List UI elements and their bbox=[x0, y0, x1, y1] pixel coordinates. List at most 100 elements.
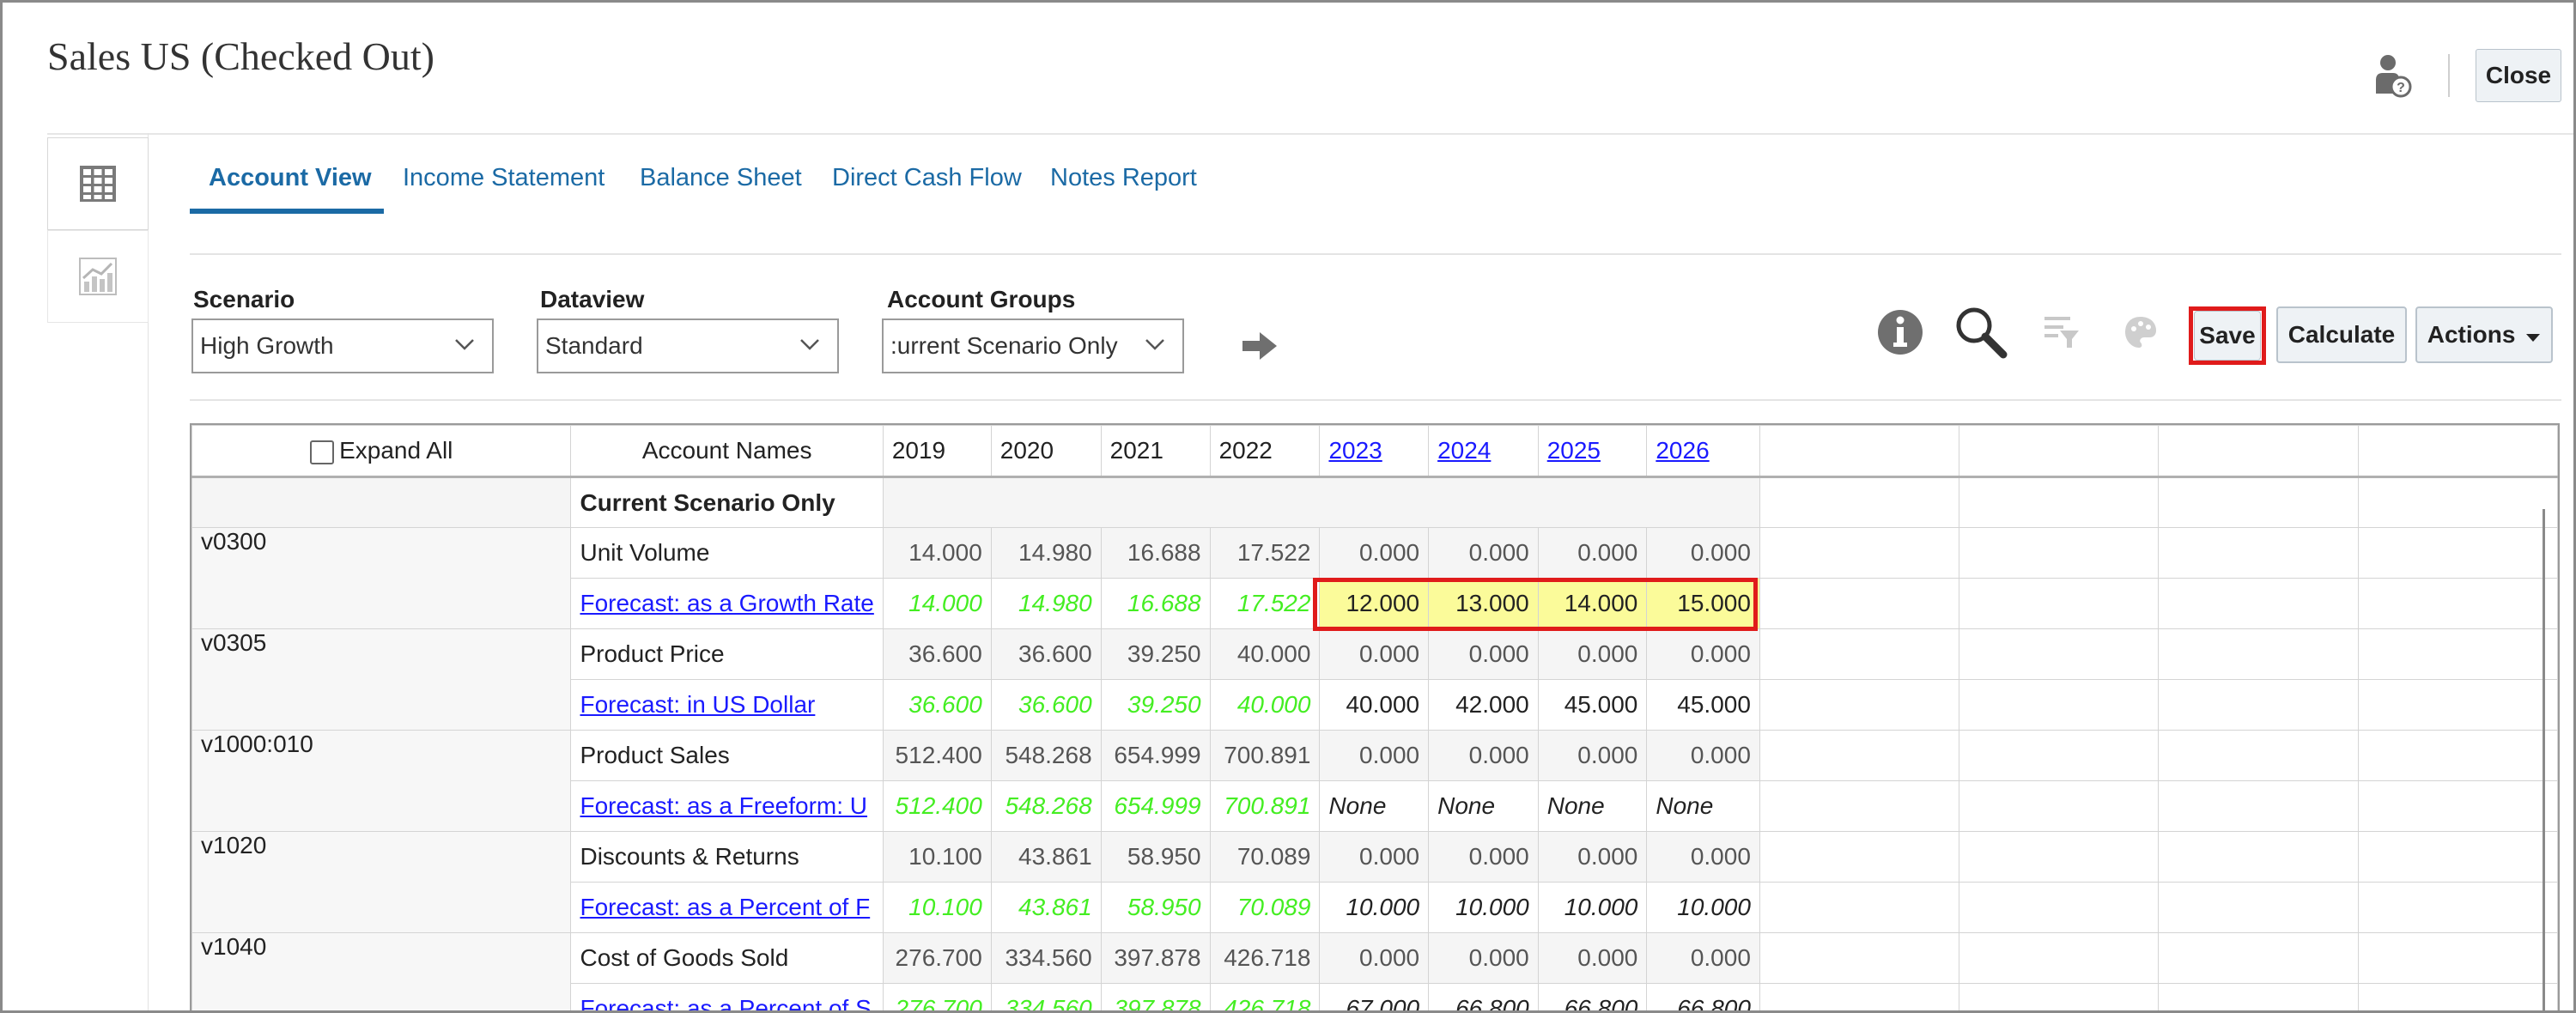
tab-income-statement[interactable]: Income Statement bbox=[403, 159, 605, 217]
value-cell: 16.688 bbox=[1100, 527, 1211, 579]
user-help-icon[interactable]: ? bbox=[2374, 54, 2412, 99]
grid-view-button[interactable] bbox=[47, 137, 149, 230]
year-link[interactable]: 2024 bbox=[1437, 437, 1491, 464]
empty-cell bbox=[2158, 679, 2359, 731]
filter-icon[interactable] bbox=[2034, 305, 2089, 360]
group-code-cell bbox=[191, 476, 572, 528]
input-cell[interactable]: 66.800 bbox=[1428, 983, 1539, 1010]
year-header: 2022 bbox=[1209, 425, 1321, 478]
empty-cell bbox=[2158, 882, 2359, 933]
input-cell[interactable]: 10.000 bbox=[1537, 882, 1648, 933]
tab-balance-sheet[interactable]: Balance Sheet bbox=[640, 159, 802, 217]
palette-icon[interactable] bbox=[2113, 305, 2168, 360]
input-cell[interactable]: None bbox=[1319, 780, 1430, 832]
value-cell: 334.560 bbox=[990, 932, 1102, 984]
account-name: Cost of Goods Sold bbox=[570, 932, 884, 984]
empty-cell bbox=[2357, 527, 2558, 579]
account-code: v0305 bbox=[191, 628, 572, 731]
year-link[interactable]: 2023 bbox=[1328, 437, 1382, 464]
search-icon[interactable] bbox=[1953, 305, 2008, 360]
save-button[interactable]: Save bbox=[2194, 311, 2261, 361]
expand-all-checkbox[interactable] bbox=[310, 440, 335, 464]
input-cell[interactable]: None bbox=[1646, 780, 1760, 832]
value-cell: 0.000 bbox=[1428, 831, 1539, 883]
input-cell[interactable]: 45.000 bbox=[1646, 679, 1760, 731]
input-cell[interactable]: 45.000 bbox=[1537, 679, 1648, 731]
input-cell[interactable]: 15.000 bbox=[1646, 578, 1760, 629]
go-arrow-icon[interactable] bbox=[1239, 329, 1280, 367]
value-cell: 0.000 bbox=[1319, 932, 1430, 984]
value-cell: 0.000 bbox=[1646, 932, 1760, 984]
value-cell: 17.522 bbox=[1209, 527, 1321, 579]
empty-header bbox=[1959, 425, 2160, 478]
table-row: v1000:010 Product Sales 512.400 548.268 … bbox=[191, 730, 2558, 832]
tab-direct-cash-flow[interactable]: Direct Cash Flow bbox=[832, 159, 1022, 217]
empty-cell bbox=[1759, 831, 1960, 883]
year-header-link[interactable]: 2025 bbox=[1537, 425, 1648, 478]
forecast-method-link[interactable]: Forecast: as a Percent of S bbox=[580, 995, 871, 1010]
tab-notes-report[interactable]: Notes Report bbox=[1050, 159, 1197, 217]
app-window: Sales US (Checked Out) ? Close Account V… bbox=[0, 0, 2576, 1013]
forecast-method-cell: Forecast: as a Growth Rate bbox=[570, 578, 884, 629]
value-cell: 0.000 bbox=[1319, 831, 1430, 883]
account-name: Product Sales bbox=[570, 730, 884, 781]
close-button[interactable]: Close bbox=[2476, 49, 2561, 102]
scenario-label: Scenario bbox=[193, 286, 295, 312]
value-cell: 70.089 bbox=[1209, 831, 1321, 883]
input-cell[interactable]: 42.000 bbox=[1428, 679, 1539, 731]
dataview-label: Dataview bbox=[540, 286, 645, 312]
year-link[interactable]: 2025 bbox=[1547, 437, 1601, 464]
input-cell[interactable]: 66.800 bbox=[1646, 983, 1760, 1010]
table-row: v1020 Discounts & Returns 10.100 43.861 … bbox=[191, 831, 2558, 933]
forecast-method-link[interactable]: Forecast: as a Growth Rate bbox=[580, 590, 873, 616]
value-cell: 426.718 bbox=[1209, 983, 1321, 1010]
year-header-link[interactable]: 2023 bbox=[1319, 425, 1430, 478]
value-cell: 0.000 bbox=[1537, 628, 1648, 680]
input-cell[interactable]: 40.000 bbox=[1319, 679, 1430, 731]
input-cell[interactable]: 13.000 bbox=[1428, 578, 1539, 629]
actions-button[interactable]: Actions bbox=[2415, 306, 2553, 363]
input-cell[interactable]: 10.000 bbox=[1319, 882, 1430, 933]
vertical-scrollbar[interactable] bbox=[2543, 509, 2545, 1010]
year-header-link[interactable]: 2024 bbox=[1428, 425, 1539, 478]
chart-view-button[interactable] bbox=[47, 230, 149, 323]
page-title: Sales US (Checked Out) bbox=[47, 34, 434, 78]
forecast-method-link[interactable]: Forecast: as a Freeform: U bbox=[580, 792, 867, 819]
value-cell: 10.100 bbox=[882, 882, 992, 933]
input-cell[interactable]: 14.000 bbox=[1537, 578, 1648, 629]
input-cell[interactable]: None bbox=[1428, 780, 1539, 832]
input-cell[interactable]: 12.000 bbox=[1319, 578, 1430, 629]
value-cell: 0.000 bbox=[1319, 527, 1430, 579]
scenario-select[interactable]: High Growth bbox=[191, 318, 494, 373]
input-cell[interactable]: 67.000 bbox=[1319, 983, 1430, 1010]
value-cell: 43.861 bbox=[990, 831, 1102, 883]
value-cell: 36.600 bbox=[882, 679, 992, 731]
info-icon[interactable] bbox=[1873, 305, 1928, 360]
empty-cell bbox=[2357, 983, 2558, 1010]
empty-cell bbox=[1759, 932, 1960, 984]
input-cell[interactable]: 10.000 bbox=[1428, 882, 1539, 933]
input-cell[interactable]: 66.800 bbox=[1537, 983, 1648, 1010]
value-cell: 0.000 bbox=[1537, 932, 1648, 984]
table-row: v0305 Product Price 36.600 36.600 39.250… bbox=[191, 628, 2558, 731]
dataview-select[interactable]: Standard bbox=[537, 318, 839, 373]
value-cell: 548.268 bbox=[990, 780, 1102, 832]
forecast-method-link[interactable]: Forecast: in US Dollar bbox=[580, 691, 815, 718]
year-header: 2019 bbox=[882, 425, 992, 478]
empty-cell bbox=[1759, 527, 1960, 579]
input-cell[interactable]: 10.000 bbox=[1646, 882, 1760, 933]
scenario-value: High Growth bbox=[200, 332, 334, 359]
calculate-button[interactable]: Calculate bbox=[2276, 306, 2407, 363]
year-link[interactable]: 2026 bbox=[1656, 437, 1709, 464]
value-cell: 0.000 bbox=[1428, 628, 1539, 680]
empty-cell bbox=[2357, 679, 2558, 731]
value-cell: 0.000 bbox=[1537, 730, 1648, 781]
year-header-link[interactable]: 2026 bbox=[1646, 425, 1760, 478]
empty-cell bbox=[1759, 983, 1960, 1010]
forecast-method-link[interactable]: Forecast: as a Percent of F bbox=[580, 894, 870, 920]
group-row: Current Scenario Only bbox=[191, 476, 2558, 528]
value-cell: 58.950 bbox=[1100, 831, 1211, 883]
input-cell[interactable]: None bbox=[1537, 780, 1648, 832]
empty-cell bbox=[1959, 476, 2160, 528]
account-groups-select[interactable]: :urrent Scenario Only bbox=[882, 318, 1184, 373]
